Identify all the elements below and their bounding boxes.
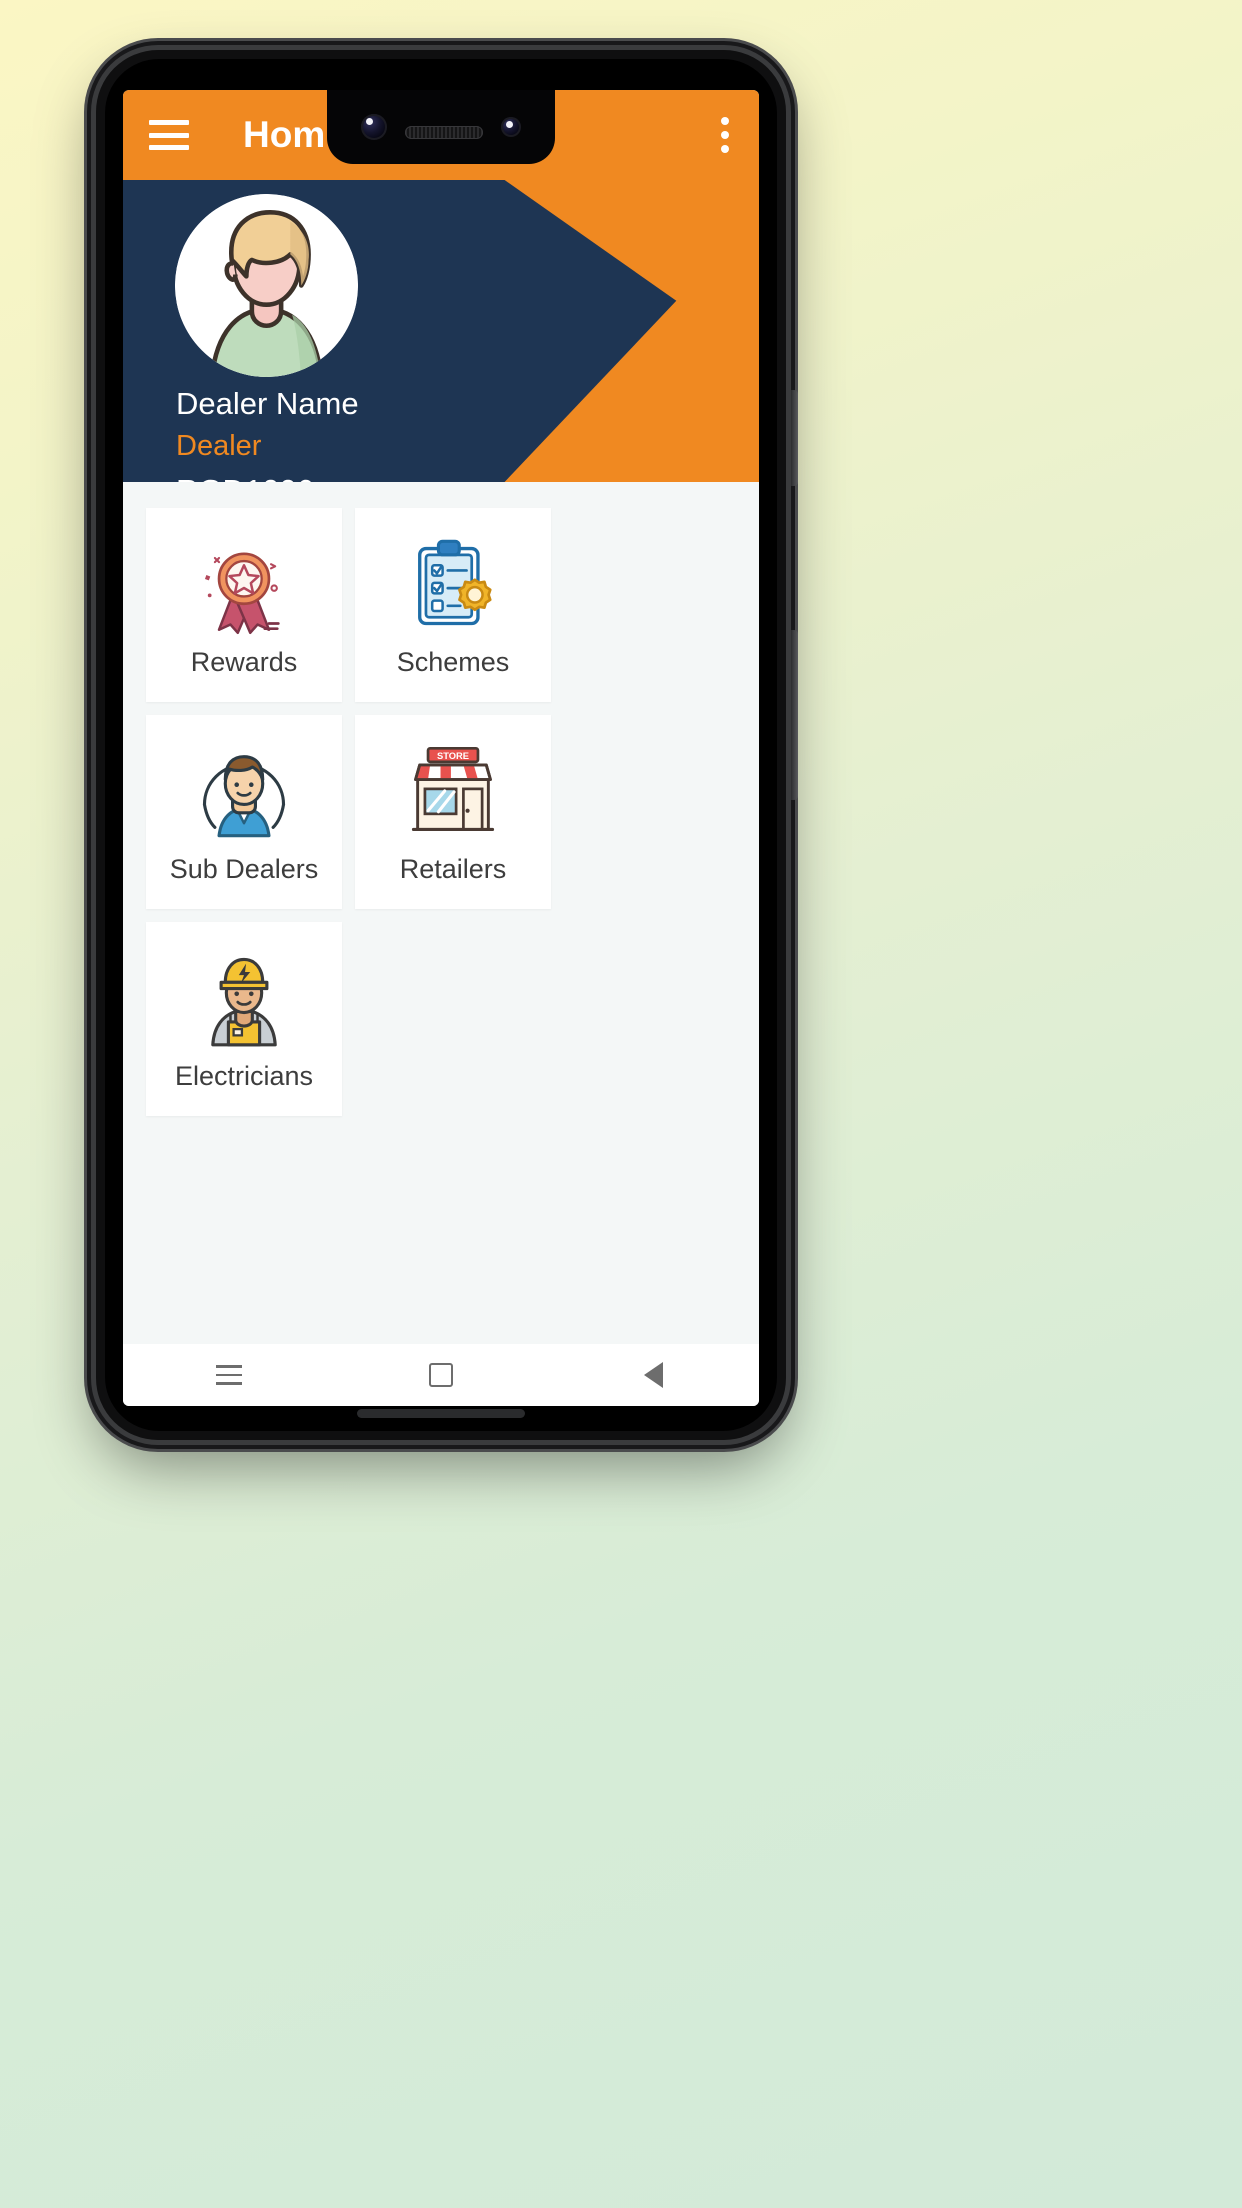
display-notch bbox=[327, 90, 555, 164]
back-triangle-icon bbox=[643, 1362, 663, 1388]
home-button[interactable] bbox=[406, 1350, 476, 1400]
hamburger-menu-icon[interactable] bbox=[149, 120, 189, 150]
person-in-shirt-icon bbox=[192, 740, 296, 844]
menu-card-label: Retailers bbox=[399, 853, 507, 884]
bottom-speaker-grille bbox=[357, 1409, 525, 1418]
home-square-icon bbox=[429, 1363, 453, 1387]
back-button[interactable] bbox=[618, 1350, 688, 1400]
menu-card-label: Electricians bbox=[174, 1060, 314, 1091]
profile-text-block: Dealer Name Dealer RGD1006 bbox=[176, 388, 359, 482]
dealer-code: RGD1006 bbox=[176, 475, 359, 482]
menu-card-label: Rewards bbox=[190, 646, 298, 677]
profile-header: Dealer Name Dealer RGD1006 bbox=[123, 180, 759, 482]
award-medal-ribbon-icon bbox=[192, 533, 296, 637]
menu-card-schemes[interactable]: Schemes bbox=[355, 508, 551, 702]
menu-card-retailers[interactable]: STORE Retailers bbox=[355, 715, 551, 909]
menu-card-electricians[interactable]: Electricians bbox=[146, 922, 342, 1116]
menu-card-rewards[interactable]: Rewards bbox=[146, 508, 342, 702]
power-button[interactable] bbox=[791, 390, 798, 486]
svg-text:STORE: STORE bbox=[437, 751, 469, 761]
electrician-worker-icon bbox=[192, 947, 296, 1051]
front-camera-icon bbox=[361, 114, 387, 140]
menu-card-label: Schemes bbox=[396, 646, 510, 677]
dealer-role: Dealer bbox=[176, 430, 262, 462]
menu-card-label: Sub Dealers bbox=[169, 853, 319, 884]
dealer-name: Dealer Name bbox=[176, 386, 359, 421]
volume-button[interactable] bbox=[791, 630, 798, 800]
android-navigation-bar bbox=[123, 1344, 759, 1406]
page-title: Hom bbox=[243, 114, 326, 155]
front-camera-secondary-icon bbox=[501, 117, 521, 137]
menu-card-sub-dealers[interactable]: Sub Dealers bbox=[146, 715, 342, 909]
menu-grid: Rewards Schemes Sub Dealers STORE Retail… bbox=[123, 482, 759, 1116]
recents-icon bbox=[216, 1365, 242, 1385]
earpiece-speaker-icon bbox=[405, 125, 483, 139]
clipboard-checklist-badge-icon bbox=[401, 533, 505, 637]
three-dot-overflow-icon[interactable] bbox=[721, 117, 729, 153]
phone-frame: Hom Dealer Name Dealer Rewards Schemes S… bbox=[96, 50, 798, 1440]
recents-button[interactable] bbox=[194, 1350, 264, 1400]
storefront-icon: STORE bbox=[401, 740, 505, 844]
avatar[interactable] bbox=[175, 194, 358, 377]
phone-screen: Hom Dealer Name Dealer Rewards Schemes S… bbox=[123, 90, 759, 1406]
